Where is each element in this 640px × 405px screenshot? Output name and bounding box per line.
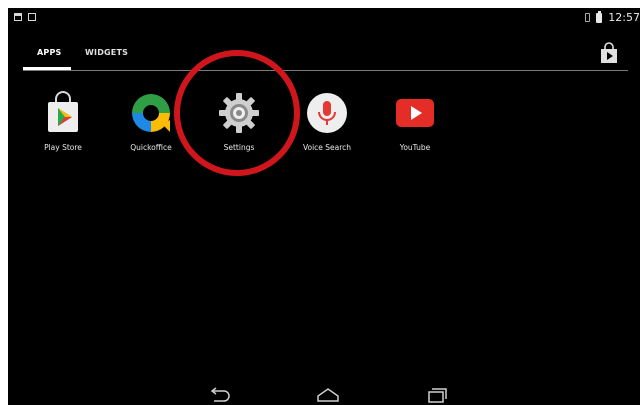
battery-icon [596,10,603,23]
tab-widgets[interactable]: WIDGETS [85,48,128,57]
highlight-circle [174,50,300,176]
status-right: 12:57 [585,10,640,24]
tab-apps[interactable]: APPS [37,48,61,57]
app-label: Quickoffice [130,143,172,152]
app-voice-search[interactable]: Voice Search [292,90,362,152]
screenshot-icon [28,13,36,21]
app-label: Voice Search [302,143,352,152]
notification-icon [14,13,22,21]
home-icon[interactable] [312,385,344,405]
app-label: YouTube [399,143,431,152]
home-screen: 12:57 APPS WIDGETS Play Store Quickoffic… [8,8,640,405]
notification-icons [14,13,36,21]
status-bar: 12:57 [8,8,640,28]
play-store-icon [48,91,78,132]
back-icon[interactable] [204,385,236,405]
recent-apps-icon[interactable] [422,385,454,405]
navigation-bar [8,385,640,405]
store-bag-icon[interactable] [598,42,620,64]
tab-divider [23,70,628,71]
youtube-icon [396,99,434,127]
microphone-icon [307,93,347,133]
app-label: Play Store [44,143,82,152]
quickoffice-icon [132,94,170,132]
bluetooth-icon [585,13,591,22]
app-play-store[interactable]: Play Store [28,90,98,152]
status-time: 12:57 [608,11,640,24]
app-youtube[interactable]: YouTube [380,90,450,152]
